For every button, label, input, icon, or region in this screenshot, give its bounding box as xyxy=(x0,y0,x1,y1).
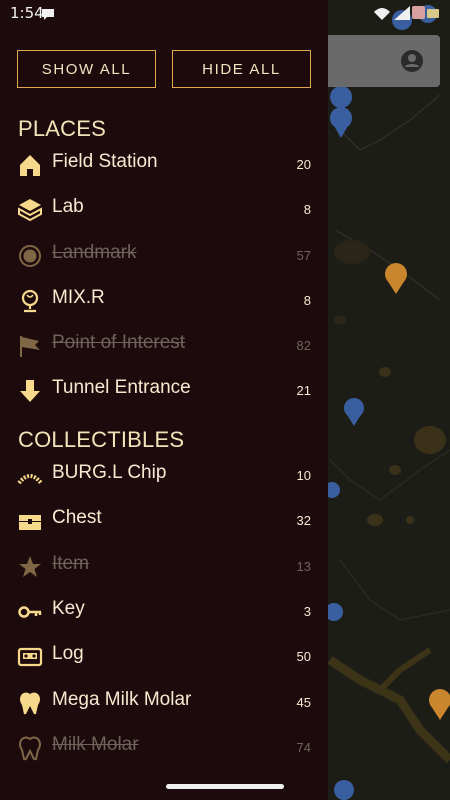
filter-label: Key xyxy=(52,598,85,619)
filter-label: Field Station xyxy=(52,151,158,172)
filter-count: 8 xyxy=(303,293,311,308)
system-tray xyxy=(372,4,442,28)
filter-count: 20 xyxy=(296,157,311,172)
filter-label: Chest xyxy=(52,507,102,528)
chip-icon xyxy=(17,463,43,489)
landmark-icon xyxy=(17,243,43,269)
filter-label: Tunnel Entrance xyxy=(52,377,191,398)
filter-count: 32 xyxy=(296,513,311,528)
filter-row-tunnel-entrance[interactable]: Tunnel Entrance 21 xyxy=(0,372,328,412)
filter-label: MIX.R xyxy=(52,287,105,308)
molar-outline-icon xyxy=(17,735,43,761)
filter-count: 13 xyxy=(296,559,311,574)
mixr-icon xyxy=(17,288,43,314)
account-icon[interactable] xyxy=(400,49,424,73)
filter-row-log[interactable]: Log 50 xyxy=(0,638,328,678)
star-icon xyxy=(17,554,43,580)
filter-count: 57 xyxy=(296,248,311,263)
app-notification-icon xyxy=(412,6,425,19)
flag-icon xyxy=(17,333,43,359)
filter-label: Log xyxy=(52,643,84,664)
filter-label: Mega Milk Molar xyxy=(52,689,192,710)
status-bar: 1:54 xyxy=(0,0,450,30)
filter-label: Item xyxy=(52,553,89,574)
filter-row-burgl-chip[interactable]: BURG.L Chip 10 xyxy=(0,457,328,497)
filter-row-landmark[interactable]: Landmark 57 xyxy=(0,237,328,277)
filter-row-point-of-interest[interactable]: Point of Interest 82 xyxy=(0,327,328,367)
filter-count: 10 xyxy=(296,468,311,483)
filter-label: Lab xyxy=(52,196,84,217)
filter-row-key[interactable]: Key 3 xyxy=(0,593,328,633)
filter-label: Milk Molar xyxy=(52,734,139,755)
signal-icon xyxy=(394,6,410,20)
chat-notification-icon xyxy=(40,6,56,25)
show-all-button[interactable]: SHOW ALL xyxy=(17,50,156,88)
filter-row-item[interactable]: Item 13 xyxy=(0,548,328,588)
filter-count: 3 xyxy=(303,604,311,619)
hide-all-button[interactable]: HIDE ALL xyxy=(172,50,311,88)
filter-row-chest[interactable]: Chest 32 xyxy=(0,502,328,542)
filter-drawer: SHOW ALL HIDE ALL PLACES Field Station 2… xyxy=(0,0,328,800)
filter-row-milk-molar[interactable]: Milk Molar 74 xyxy=(0,729,328,769)
places-section-title: PLACES xyxy=(18,116,107,141)
cassette-icon xyxy=(17,644,43,670)
lab-icon xyxy=(17,197,43,223)
filter-count: 21 xyxy=(296,383,311,398)
filter-row-mixr[interactable]: MIX.R 8 xyxy=(0,282,328,322)
wifi-icon xyxy=(374,8,390,20)
filter-label: Landmark xyxy=(52,242,137,263)
filter-count: 45 xyxy=(296,695,311,710)
filter-count: 82 xyxy=(296,338,311,353)
field-station-icon xyxy=(17,152,43,178)
molar-filled-icon xyxy=(17,690,43,716)
filter-row-field-station[interactable]: Field Station 20 xyxy=(0,146,328,186)
down-arrow-icon xyxy=(17,378,43,404)
filter-count: 74 xyxy=(296,740,311,755)
filter-label: Point of Interest xyxy=(52,332,186,353)
filter-count: 8 xyxy=(303,202,311,217)
filter-label: BURG.L Chip xyxy=(52,462,167,483)
collectibles-section-title: COLLECTIBLES xyxy=(18,427,185,452)
gesture-nav-handle[interactable] xyxy=(166,784,284,789)
filter-count: 50 xyxy=(296,649,311,664)
filter-row-lab[interactable]: Lab 8 xyxy=(0,191,328,231)
battery-icon xyxy=(427,9,439,18)
status-time: 1:54 xyxy=(10,4,44,22)
key-icon xyxy=(17,599,43,625)
chest-icon xyxy=(17,508,43,534)
filter-row-mega-milk-molar[interactable]: Mega Milk Molar 45 xyxy=(0,684,328,724)
